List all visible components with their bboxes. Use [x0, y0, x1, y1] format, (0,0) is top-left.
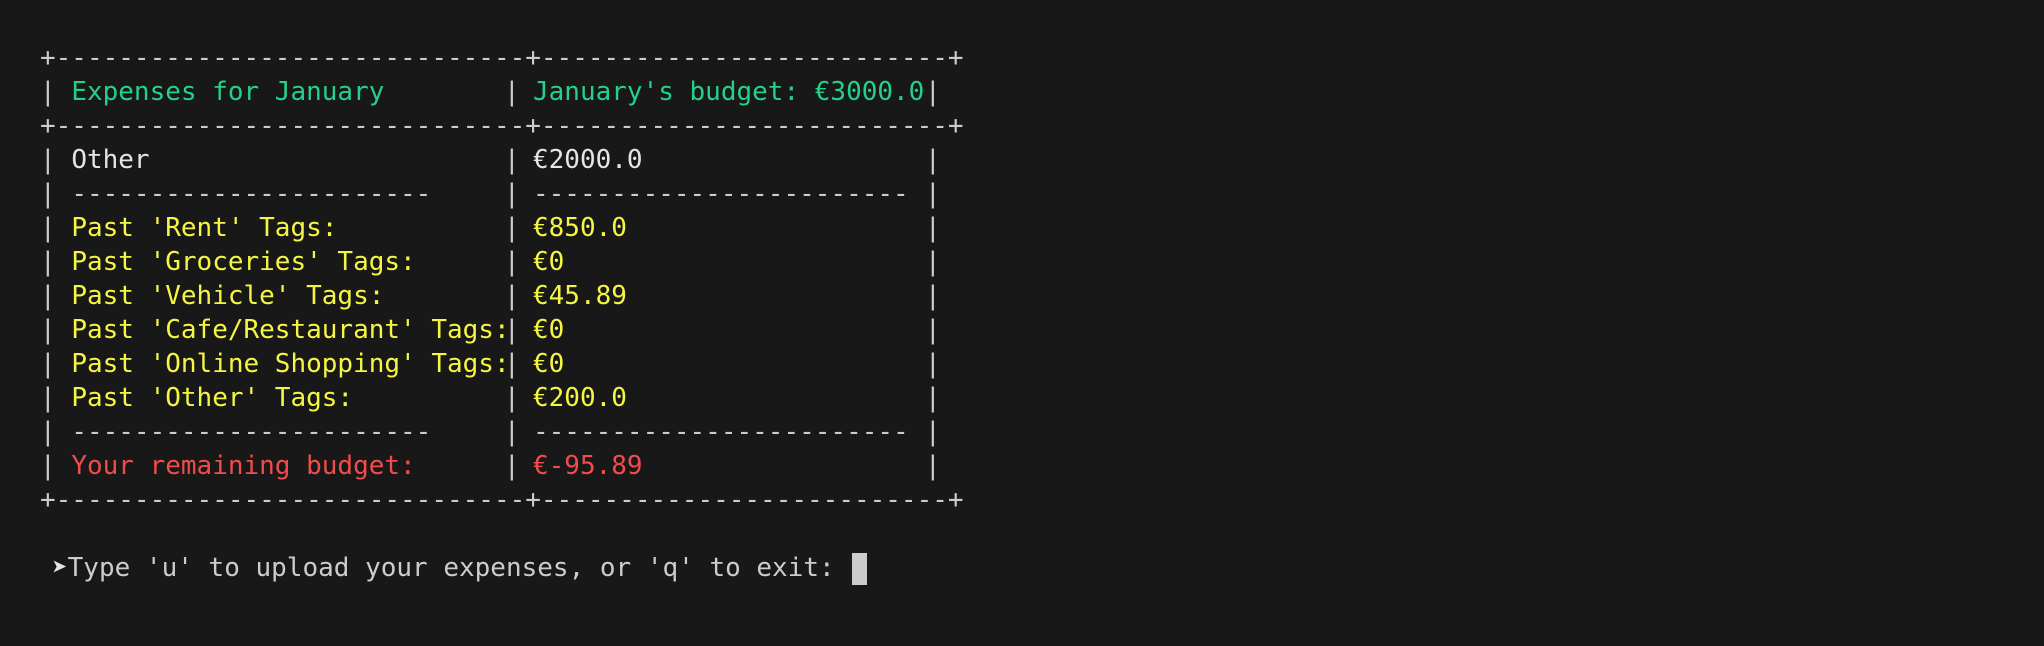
remaining-budget-row: | Your remaining budget: | €-95.89 | — [40, 451, 941, 481]
table-border-bottom: +------------------------------+--------… — [40, 485, 964, 515]
table-border-mid: +------------------------------+--------… — [40, 111, 964, 141]
prompt-text: Type 'u' to upload your expenses, or 'q'… — [67, 553, 851, 583]
remaining-budget-label: Your remaining budget: — [71, 451, 416, 481]
tag-amount: €45.89 — [533, 281, 627, 311]
tag-label: Past 'Rent' Tags: — [71, 213, 338, 243]
separator-right: ------------------------ — [533, 179, 909, 209]
remaining-budget-value: €-95.89 — [533, 451, 643, 481]
category-name: Other — [71, 145, 150, 175]
tag-row: | Past 'Online Shopping' Tags: | €0 | — [40, 349, 941, 379]
separator-left: ----------------------- — [71, 179, 432, 209]
header-month-title: Expenses for January — [71, 77, 385, 107]
tag-label: Past 'Groceries' Tags: — [71, 247, 416, 277]
tag-amount: €0 — [533, 315, 565, 345]
tag-label: Past 'Vehicle' Tags: — [71, 281, 385, 311]
terminal-window: +------------------------------+--------… — [0, 0, 2044, 646]
tag-amount: €0 — [533, 247, 565, 277]
tag-amount: €200.0 — [533, 383, 627, 413]
tag-label: Past 'Other' Tags: — [71, 383, 354, 413]
command-prompt[interactable]: ➤Type 'u' to upload your expenses, or 'q… — [52, 551, 868, 585]
tag-row: | Past 'Vehicle' Tags: | €45.89 | — [40, 281, 941, 311]
separator-row: | ----------------------- | -------------… — [40, 179, 941, 209]
table-border-top: +------------------------------+--------… — [40, 43, 964, 73]
separator-left: ----------------------- — [71, 417, 432, 447]
tag-amount: €0 — [533, 349, 565, 379]
tag-row: | Past 'Rent' Tags: | €850.0 | — [40, 213, 941, 243]
header-budget: January's budget: €3000.0 — [533, 77, 925, 107]
prompt-arrow-icon: ➤ — [52, 553, 68, 583]
tag-label: Past 'Cafe/Restaurant' Tags: — [71, 315, 510, 345]
tag-row: | Past 'Cafe/Restaurant' Tags: | €0 | — [40, 315, 941, 345]
category-amount: €2000.0 — [533, 145, 643, 175]
tag-row: | Past 'Other' Tags: | €200.0 | — [40, 383, 941, 413]
tag-row: | Past 'Groceries' Tags: | €0 | — [40, 247, 941, 277]
separator-right: ------------------------ — [533, 417, 909, 447]
separator-row: | ----------------------- | -------------… — [40, 417, 941, 447]
tag-label: Past 'Online Shopping' Tags: — [71, 349, 510, 379]
text-cursor[interactable] — [852, 552, 868, 585]
table-header-row: | Expenses for January | January's budget… — [40, 77, 941, 107]
tag-amount: €850.0 — [533, 213, 627, 243]
category-row: | Other | €2000.0 | — [40, 145, 941, 175]
